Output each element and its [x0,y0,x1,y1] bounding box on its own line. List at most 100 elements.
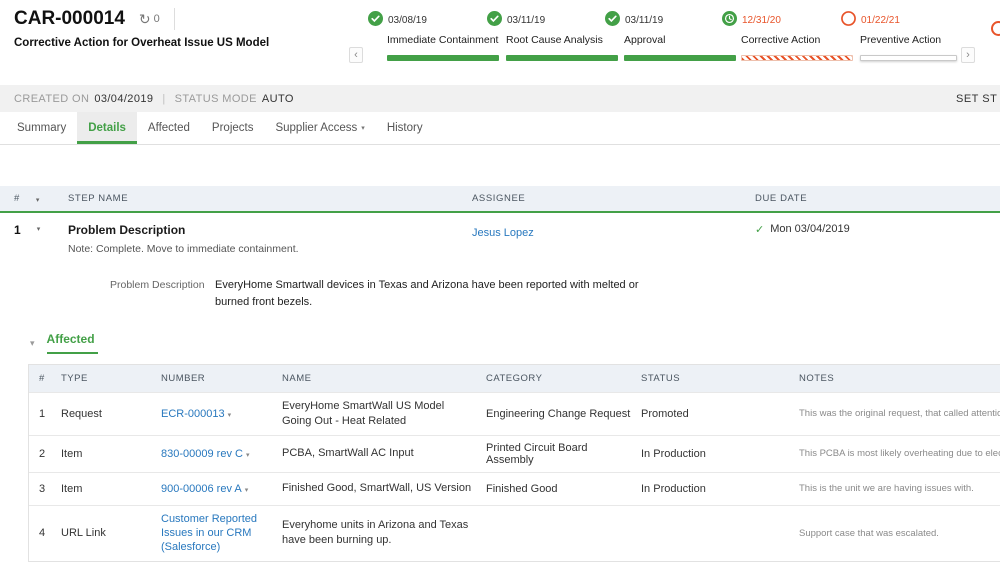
affected-table: # TYPE NUMBER NAME CATEGORY STATUS NOTES… [28,364,1000,562]
step-label: Approval [624,34,736,46]
status-bar: CREATED ON 03/04/2019 | STATUS MODE AUTO… [0,85,1000,112]
pending-circle-icon [841,11,856,26]
steps-table: # ▾ STEP NAME ASSIGNEE DUE DATE 1 ▾ Prob… [0,186,1000,310]
affected-table-header: # TYPE NUMBER NAME CATEGORY STATUS NOTES [29,365,1000,392]
step-date: 03/11/19 [507,15,545,26]
row-name: Everyhome units in Arizona and Texas hav… [280,512,484,554]
affected-row: 3 Item 900-00006 rev A▾ Finished Good, S… [29,472,1000,505]
workflow-step-preventive-action[interactable]: 01/22/21 Preventive Action [841,10,957,61]
row-name: Finished Good, SmartWall, US Version [280,475,484,502]
step-progress-bar [860,55,957,61]
stepper-scroll-right-button[interactable]: › [961,47,975,63]
row-status: Promoted [639,402,797,426]
row-status: In Production [639,477,797,501]
check-circle-icon [605,11,620,26]
row-category: Finished Good [484,477,639,501]
affected-row: 4 URL Link Customer Reported Issues in o… [29,505,1000,561]
row-number: 1 [29,402,59,426]
step-note: Note: Complete. Move to immediate contai… [68,243,472,255]
row-category: Printed Circuit Board Assembly [484,436,639,472]
item-number-link[interactable]: 900-00006 rev A [161,483,242,495]
step-name: Problem Description [68,223,472,237]
assignee-link[interactable]: Jesus Lopez [472,227,534,239]
affected-row: 2 Item 830-00009 rev C▾ PCBA, SmartWall … [29,435,1000,472]
step-date: 01/22/21 [861,15,900,26]
separator: | [162,93,165,105]
row-notes: Support case that was escalated. [797,522,1000,545]
row-status: In Production [639,442,797,466]
step-date: 03/08/19 [388,15,427,26]
chevron-down-icon: ▾ [361,124,365,132]
row-type: Item [59,442,159,466]
affected-row: 1 Request ECR-000013▾ EveryHome SmartWal… [29,392,1000,435]
row-notes: This PCBA is most likely overheating due… [797,442,1000,465]
tab-supplier-access[interactable]: Supplier Access ▾ [264,112,375,144]
detail-field-value: EveryHome Smartwall devices in Texas and… [215,277,670,310]
row-status [639,527,797,539]
row-type: URL Link [59,521,159,545]
tab-summary[interactable]: Summary [6,112,77,144]
created-on-value: 03/04/2019 [94,93,153,105]
row-number: 4 [29,521,59,545]
step-row-number: 1 [14,223,21,237]
step-label: Corrective Action [741,34,853,46]
workflow-stepper: 03/08/19 Immediate Containment 03/11/19 … [0,0,1000,85]
set-status-button[interactable]: SET ST [956,93,997,105]
header: CAR-000014 ↻ 0 Corrective Action for Ove… [0,0,1000,85]
step-progress-bar [506,55,618,61]
item-number-link[interactable]: 830-00009 rev C [161,448,243,460]
url-link[interactable]: Customer Reported Issues in our CRM (Sal… [161,513,257,554]
category-column-header: CATEGORY [484,373,639,384]
expand-caret-icon[interactable]: ▾ [37,223,41,233]
workflow-step-approval[interactable]: 03/11/19 Approval [605,10,736,61]
row-notes: This is the unit we are having issues wi… [797,477,1000,500]
row-name: PCBA, SmartWall AC Input [280,440,484,467]
step-row: 1 ▾ Problem Description Note: Complete. … [0,213,1000,263]
filter-caret-icon[interactable]: ▾ [36,194,40,204]
tab-details[interactable]: Details [77,112,137,144]
notes-column-header: NOTES [797,373,1000,384]
step-progress-bar [741,55,853,61]
row-notes: This was the original request, that call… [797,402,1000,425]
number-column-header: NUMBER [159,373,280,384]
tab-projects[interactable]: Projects [201,112,265,144]
check-icon: ✓ [755,223,764,236]
check-circle-icon [487,11,502,26]
step-date: 12/31/20 [742,15,781,26]
tab-bar: Summary Details Affected Projects Suppli… [0,112,1000,145]
next-step-partial-circle-icon [991,21,1000,36]
created-on-label: CREATED ON [14,93,89,105]
row-number: 2 [29,442,59,466]
tab-history[interactable]: History [376,112,434,144]
affected-section-title[interactable]: Affected [47,332,98,354]
num-column-header: # [14,193,20,204]
clock-circle-icon [722,11,737,26]
step-progress-bar [624,55,736,61]
section-chevron-down-icon[interactable]: ▾ [30,338,35,349]
step-label: Preventive Action [860,34,957,46]
stepper-scroll-left-button[interactable]: ‹ [349,47,363,63]
chevron-down-icon[interactable]: ▾ [228,412,232,419]
check-circle-icon [368,11,383,26]
step-label: Immediate Containment [387,34,499,46]
status-mode-label: STATUS MODE [175,93,257,105]
row-type: Item [59,477,159,501]
num-column-header: # [29,373,59,384]
status-mode-value: AUTO [262,93,294,105]
workflow-step-immediate-containment[interactable]: 03/08/19 Immediate Containment [368,10,499,61]
workflow-step-corrective-action[interactable]: 12/31/20 Corrective Action [722,10,853,61]
chevron-down-icon[interactable]: ▾ [245,487,249,494]
row-category [484,527,639,539]
type-column-header: TYPE [59,373,159,384]
steps-table-header: # ▾ STEP NAME ASSIGNEE DUE DATE [0,186,1000,213]
row-name: EveryHome SmartWall US Model Going Out -… [280,393,484,435]
row-number: 3 [29,477,59,501]
chevron-down-icon[interactable]: ▾ [246,452,250,459]
step-detail: Problem Description EveryHome Smartwall … [0,263,1000,310]
tab-affected[interactable]: Affected [137,112,201,144]
step-progress-bar [387,55,499,61]
assignee-column-header: ASSIGNEE [472,193,755,204]
due-date-value: Mon 03/04/2019 [770,223,850,235]
workflow-step-root-cause-analysis[interactable]: 03/11/19 Root Cause Analysis [487,10,618,61]
item-number-link[interactable]: ECR-000013 [161,408,225,420]
